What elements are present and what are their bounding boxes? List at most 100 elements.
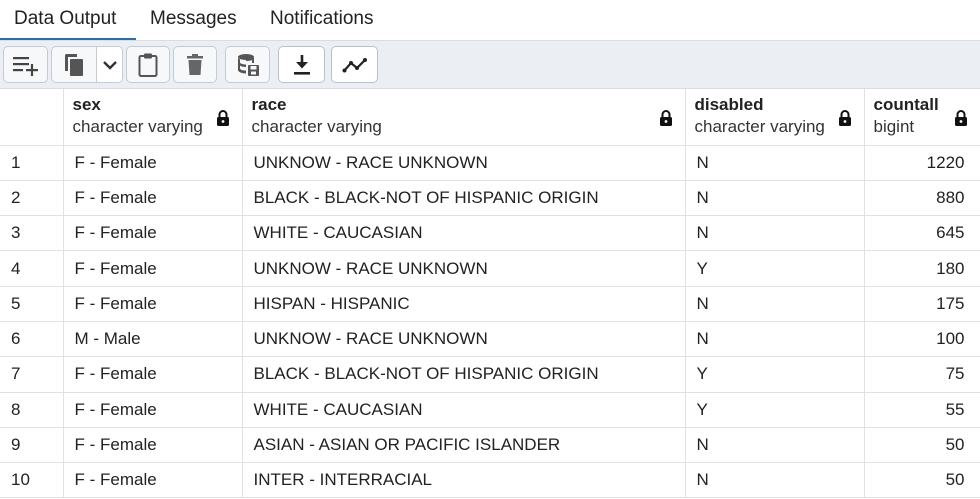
cell-sex[interactable]: F - Female bbox=[63, 462, 243, 499]
lock-icon bbox=[659, 110, 672, 126]
column-header-countall[interactable]: countall bigint bbox=[864, 89, 980, 146]
lock-icon bbox=[954, 110, 967, 126]
cell-disabled[interactable]: N bbox=[685, 427, 865, 464]
column-type: character varying bbox=[72, 117, 203, 136]
row-number[interactable]: 1 bbox=[0, 145, 64, 181]
add-row-button[interactable] bbox=[3, 46, 48, 83]
cell-disabled[interactable]: N bbox=[685, 145, 865, 181]
cell-countall[interactable]: 880 bbox=[864, 180, 980, 217]
paste-button[interactable] bbox=[126, 46, 170, 83]
cell-countall[interactable]: 100 bbox=[864, 321, 980, 358]
row-number[interactable]: 8 bbox=[0, 392, 64, 428]
cell-countall[interactable]: 50 bbox=[864, 427, 980, 464]
row-number[interactable]: 6 bbox=[0, 321, 64, 358]
chevron-down-icon bbox=[103, 60, 117, 70]
cell-race[interactable]: WHITE - CAUCASIAN bbox=[242, 215, 686, 252]
cell-race[interactable]: HISPAN - HISPANIC bbox=[242, 286, 686, 322]
cell-disabled[interactable]: Y bbox=[685, 392, 865, 428]
download-icon bbox=[293, 54, 310, 75]
cell-sex[interactable]: F - Female bbox=[63, 356, 243, 393]
column-name: sex bbox=[72, 95, 101, 114]
cell-countall[interactable]: 50 bbox=[864, 462, 980, 499]
result-table: sex character varying race character var… bbox=[0, 89, 980, 499]
clipboard-icon bbox=[138, 53, 158, 77]
cell-race[interactable]: UNKNOW - RACE UNKNOWN bbox=[242, 145, 686, 181]
cell-race[interactable]: BLACK - BLACK-NOT OF HISPANIC ORIGIN bbox=[242, 356, 686, 393]
cell-race[interactable]: INTER - INTERRACIAL bbox=[242, 462, 686, 499]
cell-race[interactable]: BLACK - BLACK-NOT OF HISPANIC ORIGIN bbox=[242, 180, 686, 217]
table-row[interactable]: 2 F - Female BLACK - BLACK-NOT OF HISPAN… bbox=[0, 180, 980, 217]
table-row[interactable]: 9 F - Female ASIAN - ASIAN OR PACIFIC IS… bbox=[0, 427, 980, 464]
cell-countall[interactable]: 645 bbox=[864, 215, 980, 252]
copy-icon bbox=[65, 53, 83, 76]
delete-button[interactable] bbox=[173, 46, 217, 83]
cell-sex[interactable]: M - Male bbox=[63, 321, 243, 358]
row-number[interactable]: 4 bbox=[0, 250, 64, 287]
cell-sex[interactable]: F - Female bbox=[63, 392, 243, 428]
column-header-disabled[interactable]: disabled character varying bbox=[685, 89, 865, 146]
header-row: sex character varying race character var… bbox=[0, 89, 980, 146]
cell-race[interactable]: WHITE - CAUCASIAN bbox=[242, 392, 686, 428]
save-data-button[interactable] bbox=[225, 46, 270, 83]
copy-button[interactable] bbox=[52, 47, 97, 82]
row-number[interactable]: 2 bbox=[0, 180, 64, 217]
cell-disabled[interactable]: N bbox=[685, 321, 865, 358]
cell-disabled[interactable]: N bbox=[685, 180, 865, 217]
copy-split-button bbox=[51, 46, 123, 83]
lock-icon bbox=[838, 110, 851, 126]
cell-disabled[interactable]: N bbox=[685, 215, 865, 252]
column-name: race bbox=[251, 95, 287, 114]
column-type: character varying bbox=[251, 117, 382, 136]
data-toolbar bbox=[0, 41, 980, 89]
row-number[interactable]: 9 bbox=[0, 427, 64, 464]
column-header-sex[interactable]: sex character varying bbox=[63, 89, 243, 146]
table-row[interactable]: 3 F - Female WHITE - CAUCASIAN N 645 bbox=[0, 215, 980, 252]
table-row[interactable]: 7 F - Female BLACK - BLACK-NOT OF HISPAN… bbox=[0, 356, 980, 393]
table-row[interactable]: 8 F - Female WHITE - CAUCASIAN Y 55 bbox=[0, 392, 980, 428]
copy-dropdown-button[interactable] bbox=[97, 47, 122, 82]
cell-disabled[interactable]: Y bbox=[685, 356, 865, 393]
row-number[interactable]: 5 bbox=[0, 286, 64, 322]
column-type: character varying bbox=[694, 117, 825, 136]
cell-sex[interactable]: F - Female bbox=[63, 286, 243, 322]
cell-disabled[interactable]: N bbox=[685, 286, 865, 322]
cell-countall[interactable]: 75 bbox=[864, 356, 980, 393]
table-row[interactable]: 5 F - Female HISPAN - HISPANIC N 175 bbox=[0, 286, 980, 322]
cell-race[interactable]: UNKNOW - RACE UNKNOWN bbox=[242, 250, 686, 287]
cell-sex[interactable]: F - Female bbox=[63, 145, 243, 181]
table-row[interactable]: 1 F - Female UNKNOW - RACE UNKNOWN N 122… bbox=[0, 145, 980, 181]
trash-icon bbox=[187, 53, 203, 75]
row-number-header[interactable] bbox=[0, 89, 64, 146]
graph-button[interactable] bbox=[331, 46, 378, 83]
cell-countall[interactable]: 175 bbox=[864, 286, 980, 322]
data-grid: sex character varying race character var… bbox=[0, 89, 980, 499]
database-save-icon bbox=[237, 53, 259, 76]
cell-sex[interactable]: F - Female bbox=[63, 427, 243, 464]
table-row[interactable]: 6 M - Male UNKNOW - RACE UNKNOWN N 100 bbox=[0, 321, 980, 358]
grid-body: 1 F - Female UNKNOW - RACE UNKNOWN N 122… bbox=[0, 145, 980, 499]
tab-messages[interactable]: Messages bbox=[136, 0, 256, 41]
tab-notifications[interactable]: Notifications bbox=[256, 0, 401, 41]
row-number[interactable]: 3 bbox=[0, 215, 64, 252]
cell-countall[interactable]: 1220 bbox=[864, 145, 980, 181]
cell-sex[interactable]: F - Female bbox=[63, 180, 243, 217]
cell-race[interactable]: ASIAN - ASIAN OR PACIFIC ISLANDER bbox=[242, 427, 686, 464]
column-header-race[interactable]: race character varying bbox=[242, 89, 686, 146]
download-button[interactable] bbox=[278, 46, 325, 83]
table-row[interactable]: 10 F - Female INTER - INTERRACIAL N 50 bbox=[0, 462, 980, 499]
cell-sex[interactable]: F - Female bbox=[63, 215, 243, 252]
cell-countall[interactable]: 180 bbox=[864, 250, 980, 287]
cell-disabled[interactable]: N bbox=[685, 462, 865, 499]
cell-disabled[interactable]: Y bbox=[685, 250, 865, 287]
cell-countall[interactable]: 55 bbox=[864, 392, 980, 428]
add-row-icon bbox=[12, 56, 38, 76]
cell-sex[interactable]: F - Female bbox=[63, 250, 243, 287]
tab-data-output[interactable]: Data Output bbox=[0, 0, 136, 41]
line-graph-icon bbox=[342, 57, 367, 72]
row-number[interactable]: 7 bbox=[0, 356, 64, 393]
cell-race[interactable]: UNKNOW - RACE UNKNOWN bbox=[242, 321, 686, 358]
table-row[interactable]: 4 F - Female UNKNOW - RACE UNKNOWN Y 180 bbox=[0, 250, 980, 287]
row-number[interactable]: 10 bbox=[0, 462, 64, 499]
column-name: disabled bbox=[694, 95, 764, 114]
lock-icon bbox=[216, 110, 229, 126]
